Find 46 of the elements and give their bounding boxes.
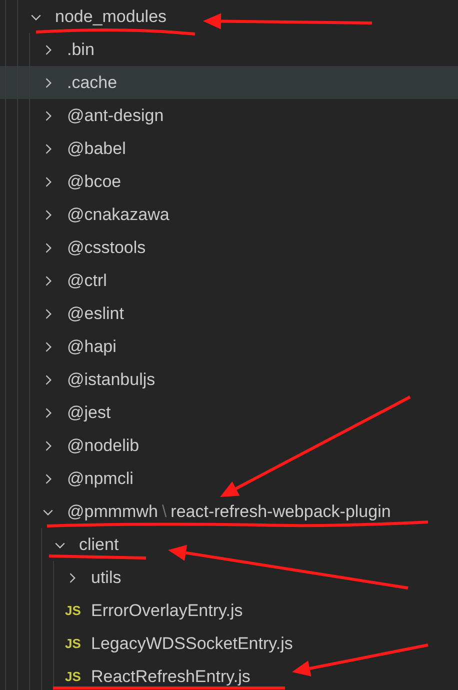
folder-name: @ant-design <box>67 106 164 125</box>
tree-row[interactable]: @csstools <box>0 231 458 264</box>
folder-name: react-refresh-webpack-plugin <box>170 502 391 521</box>
tree-row[interactable]: JS ReactRefreshEntry.js <box>0 660 458 690</box>
folder-name: @istanbuljs <box>67 370 156 389</box>
tree-row[interactable]: client <box>0 528 458 561</box>
folder-name: @eslint <box>67 304 124 323</box>
tree-row[interactable]: @eslint <box>0 297 458 330</box>
tree-row[interactable]: JS LegacyWDSSocketEntry.js <box>0 627 458 660</box>
tree-row[interactable]: @bcoe <box>0 165 458 198</box>
tree-row[interactable]: utils <box>0 561 458 594</box>
folder-name: utils <box>91 568 122 587</box>
js-file-icon: JS <box>65 637 81 650</box>
tree-row[interactable]: @jest <box>0 396 458 429</box>
path-separator: \ <box>162 502 167 521</box>
tree-row[interactable]: JS ErrorOverlayEntry.js <box>0 594 458 627</box>
file-name: ErrorOverlayEntry.js <box>91 601 243 620</box>
folder-name: @ctrl <box>67 271 107 290</box>
folder-name: @jest <box>67 403 111 422</box>
folder-name: @pmmmwh <box>67 502 158 521</box>
tree-row[interactable]: @cnakazawa <box>0 198 458 231</box>
folder-name: @npmcli <box>67 469 134 488</box>
folder-name: @bcoe <box>67 172 122 191</box>
tree-row[interactable]: node_modules <box>0 0 458 33</box>
folder-name: client <box>79 535 119 554</box>
folder-name: @hapi <box>67 337 116 356</box>
tree-row[interactable]: @babel <box>0 132 458 165</box>
tree-row[interactable]: @ctrl <box>0 264 458 297</box>
tree-row[interactable]: .cache <box>0 66 458 99</box>
tree-row[interactable]: @pmmmwh \ react-refresh-webpack-plugin <box>0 495 458 528</box>
js-file-icon: JS <box>65 670 81 683</box>
file-name: LegacyWDSSocketEntry.js <box>91 634 293 653</box>
folder-name: .bin <box>67 40 94 59</box>
tree-row[interactable]: @hapi <box>0 330 458 363</box>
folder-name: @csstools <box>67 238 146 257</box>
tree-row[interactable]: @istanbuljs <box>0 363 458 396</box>
folder-name: node_modules <box>55 7 167 26</box>
folder-name: .cache <box>67 73 118 92</box>
folder-name: @cnakazawa <box>67 205 170 224</box>
tree-row[interactable]: @ant-design <box>0 99 458 132</box>
js-file-icon: JS <box>65 604 81 617</box>
folder-name: @babel <box>67 139 126 158</box>
tree-row[interactable]: @npmcli <box>0 462 458 495</box>
tree-row[interactable]: @nodelib <box>0 429 458 462</box>
file-name: ReactRefreshEntry.js <box>91 667 250 686</box>
folder-name: @nodelib <box>67 436 140 455</box>
